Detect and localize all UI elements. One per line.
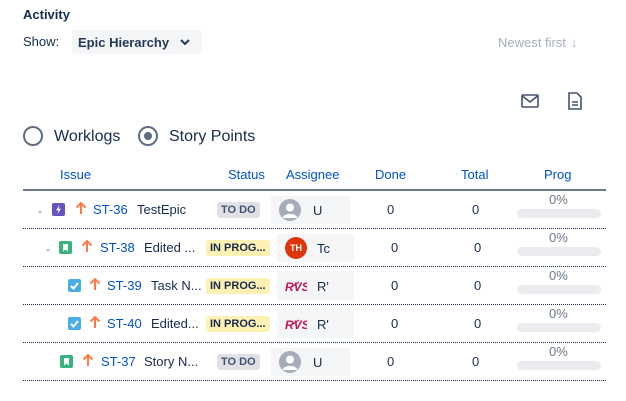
issue-key-link[interactable]: ST-39 <box>107 278 142 293</box>
issue-summary: Task N... <box>151 278 202 293</box>
show-label: Show: <box>23 34 60 49</box>
radio-story-points-label[interactable]: Story Points <box>169 128 255 146</box>
assignee-name: R' <box>317 279 329 294</box>
assignee-cell[interactable]: U <box>271 196 350 224</box>
total-value: 0 <box>474 240 482 255</box>
assignee-cell[interactable]: RVS R' <box>277 310 354 338</box>
done-value: 0 <box>391 240 399 255</box>
issue-summary: Edited ... <box>144 240 196 255</box>
svg-text:RVS: RVS <box>285 318 307 332</box>
progress-percent: 0% <box>549 268 568 283</box>
progress-percent: 0% <box>549 344 568 359</box>
priority-high-icon <box>75 201 87 214</box>
done-value: 0 <box>391 278 399 293</box>
sort-label: Newest first <box>498 35 566 50</box>
priority-high-icon <box>89 315 101 328</box>
table-header: Issue Status Assignee Done Total Prog <box>23 164 606 191</box>
issue-key-link[interactable]: ST-36 <box>93 202 128 217</box>
status-badge: IN PROG... <box>206 240 270 256</box>
priority-high-icon <box>82 353 94 366</box>
progress-percent: 0% <box>549 230 568 245</box>
done-value: 0 <box>387 354 395 369</box>
avatar-rvs-logo: RVS <box>285 313 310 335</box>
avatar-rvs-logo: RVS <box>285 275 310 297</box>
radio-story-points[interactable] <box>138 126 158 146</box>
issues-table: Issue Status Assignee Done Total Prog - … <box>23 164 606 381</box>
progress-bar <box>517 285 601 294</box>
progress-bar <box>517 247 601 256</box>
radio-worklogs-label[interactable]: Worklogs <box>54 128 120 146</box>
assignee-name: U <box>313 355 323 370</box>
status-badge: IN PROG... <box>206 316 270 332</box>
status-badge: IN PROG... <box>206 278 270 294</box>
task-icon <box>68 279 81 292</box>
task-icon <box>68 317 81 330</box>
issue-key-link[interactable]: ST-40 <box>107 316 142 331</box>
done-value: 0 <box>391 316 399 331</box>
header-progress[interactable]: Prog <box>544 167 571 182</box>
header-done[interactable]: Done <box>375 167 406 182</box>
assignee-name: Tc <box>317 241 330 256</box>
total-value: 0 <box>472 354 480 369</box>
issue-key-link[interactable]: ST-38 <box>100 240 135 255</box>
total-value: 0 <box>474 278 482 293</box>
show-select-value: Epic Hierarchy <box>78 35 170 50</box>
table-row: - ST-36 TestEpic TO DO U 0 0 0% <box>23 191 606 229</box>
story-icon <box>60 355 73 368</box>
collapse-toggle[interactable]: - <box>38 204 42 218</box>
progress-percent: 0% <box>549 306 568 321</box>
arrow-down-icon: ↓ <box>570 35 578 50</box>
header-assignee[interactable]: Assignee <box>286 167 339 182</box>
table-row: ST-40 Edited... IN PROG... RVS R' 0 0 0% <box>23 305 606 343</box>
collapse-toggle[interactable]: - <box>46 242 50 256</box>
total-value: 0 <box>472 202 480 217</box>
progress-bar <box>517 209 601 218</box>
activity-title: Activity <box>23 7 70 22</box>
progress-bar <box>517 361 601 370</box>
chevron-down-icon <box>180 39 190 46</box>
progress-bar <box>517 323 601 332</box>
done-value: 0 <box>387 202 395 217</box>
mail-icon[interactable] <box>520 91 540 111</box>
avatar-default-icon <box>279 199 301 221</box>
status-badge: TO DO <box>217 354 260 370</box>
avatar-initials: TH <box>285 237 307 259</box>
table-row: ST-39 Task N... IN PROG... RVS R' 0 0 0% <box>23 267 606 305</box>
svg-text:RVS: RVS <box>285 280 307 294</box>
assignee-name: U <box>313 203 323 218</box>
radio-worklogs[interactable] <box>23 126 43 146</box>
table-row: ST-37 Story N... TO DO U 0 0 0% <box>23 343 606 381</box>
story-icon <box>59 241 72 254</box>
header-issue[interactable]: Issue <box>60 167 91 182</box>
issue-key-link[interactable]: ST-37 <box>101 354 136 369</box>
assignee-name: R' <box>317 317 329 332</box>
assignee-cell[interactable]: TH Tc <box>277 234 354 262</box>
assignee-cell[interactable]: U <box>271 348 350 376</box>
assignee-cell[interactable]: RVS R' <box>277 272 354 300</box>
sort-button[interactable]: Newest first ↓ <box>498 35 577 50</box>
progress-percent: 0% <box>549 192 568 207</box>
total-value: 0 <box>474 316 482 331</box>
epic-icon <box>52 203 65 216</box>
document-icon[interactable] <box>565 91 585 111</box>
show-select[interactable]: Epic Hierarchy <box>72 30 202 54</box>
issue-summary: Edited... <box>151 316 199 331</box>
table-row: - ST-38 Edited ... IN PROG... TH Tc 0 0 … <box>23 229 606 267</box>
header-total[interactable]: Total <box>461 167 488 182</box>
header-status[interactable]: Status <box>228 167 265 182</box>
status-badge: TO DO <box>217 202 260 218</box>
priority-high-icon <box>89 277 101 290</box>
priority-high-icon <box>81 239 93 252</box>
avatar-default-icon <box>279 351 301 373</box>
issue-summary: TestEpic <box>137 202 187 217</box>
issue-summary: Story N... <box>144 354 199 369</box>
